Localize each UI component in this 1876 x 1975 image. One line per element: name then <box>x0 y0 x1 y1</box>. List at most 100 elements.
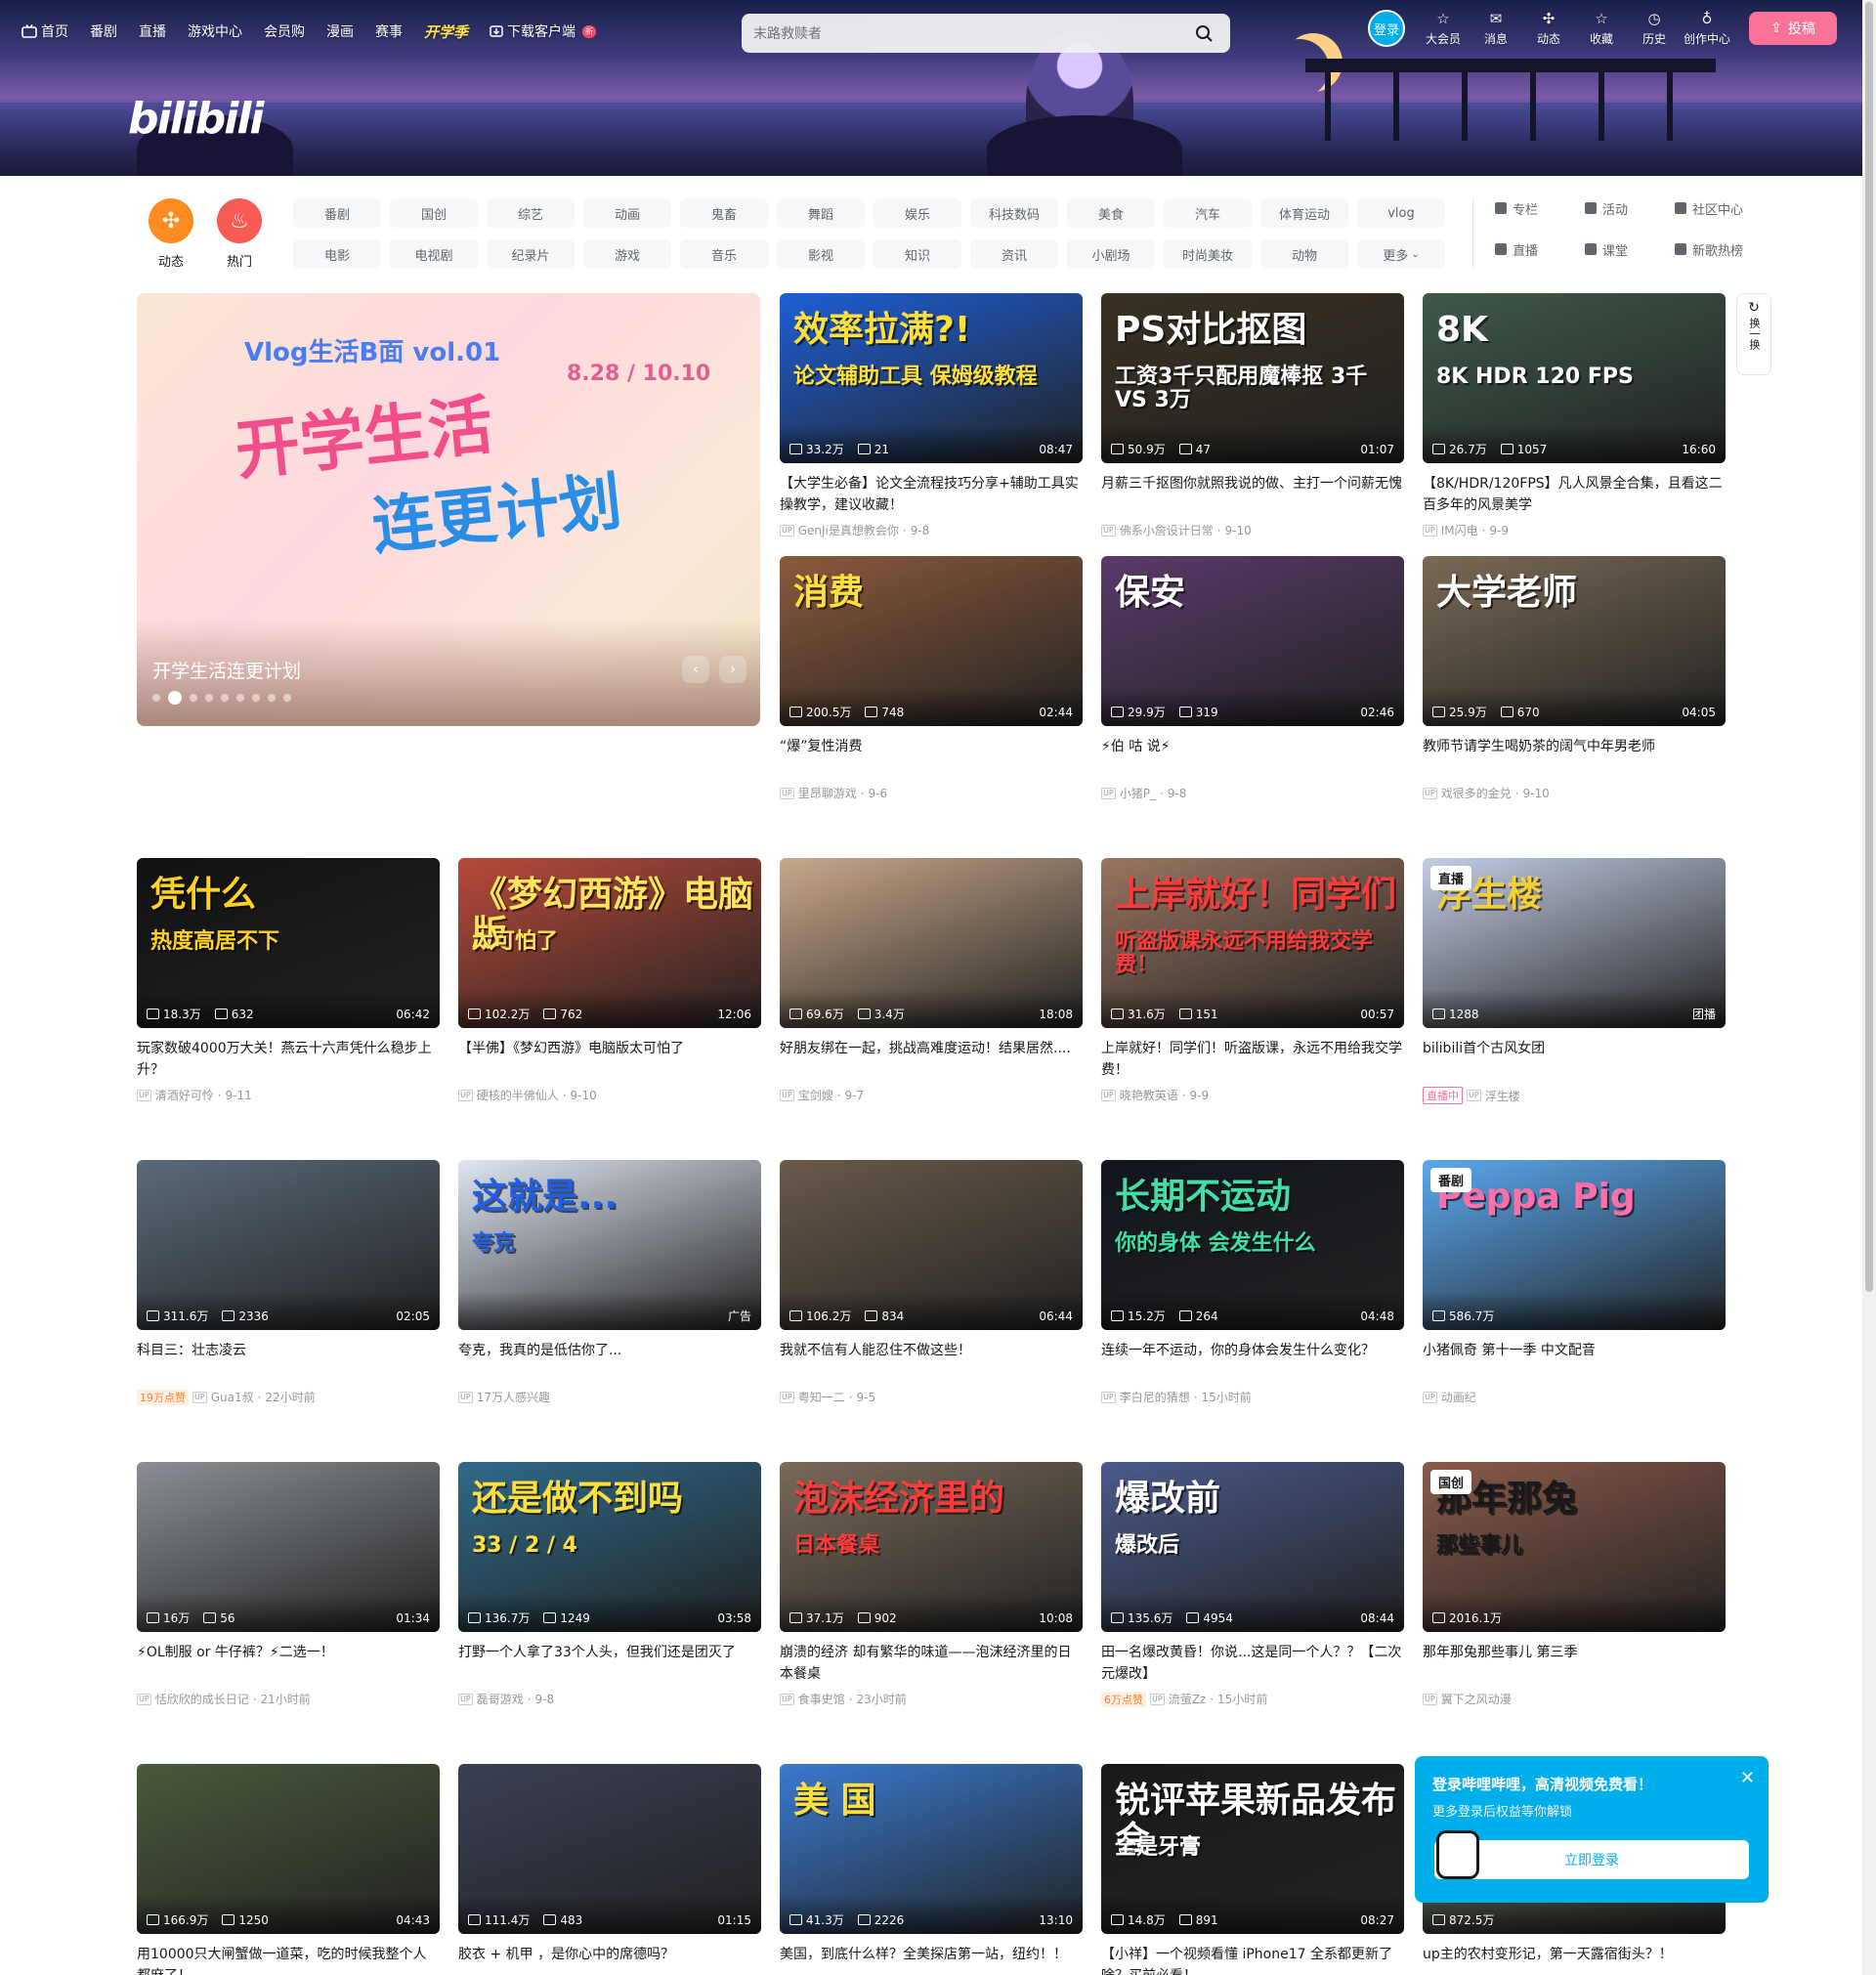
channel-hot[interactable]: ♨ 热门 <box>205 198 274 270</box>
nav-game-center[interactable]: 游戏中心 <box>188 21 242 41</box>
video-title[interactable]: 美国，到底什么样？全美探店第一站，纽约！！ <box>780 1944 1083 1975</box>
channel-tag[interactable]: 番剧 <box>293 198 381 228</box>
uploader-name[interactable]: 晓艳教英语 <box>1120 1087 1178 1103</box>
video-card[interactable]: 111.4万 483 01:15 胶衣 + 机甲 ，是你心中的席德吗？ <box>458 1764 761 1975</box>
carousel-dot[interactable] <box>221 694 229 702</box>
uploader-name[interactable]: 硬核的半佛仙人 <box>477 1087 559 1103</box>
uploader-name[interactable]: 宝剑嫂 <box>798 1087 833 1103</box>
video-cover[interactable]: 上岸就好！同学们 听盗版课永远不用给我交学费！ 31.6万 151 00:57 <box>1101 858 1404 1028</box>
video-cover[interactable]: 还是做不到吗 33 / 2 / 4 136.7万 1249 03:58 <box>458 1462 761 1632</box>
video-cover[interactable]: 浮生楼 直播 1288 团播 <box>1423 858 1726 1028</box>
video-cover[interactable]: 长期不运动 你的身体 会发生什么 15.2万 264 04:48 <box>1101 1160 1404 1330</box>
video-title[interactable]: 玩家数破4000万大关！燕云十六声凭什么稳步上升？ <box>137 1038 440 1081</box>
video-title[interactable]: 那年那兔那些事儿 第三季 <box>1423 1642 1726 1685</box>
channel-tag[interactable]: 体育运动 <box>1260 198 1348 228</box>
channel-tag[interactable]: 科技数码 <box>970 198 1058 228</box>
video-card[interactable]: 那年那兔 那些事儿 国创 2016.1万 那年那兔那些事儿 第三季 UP 翼下之风动漫 <box>1423 1462 1726 1707</box>
carousel-dot[interactable] <box>152 694 160 702</box>
channel-tag[interactable]: 综艺 <box>487 198 575 228</box>
nav-bangumi[interactable]: 番剧 <box>90 21 117 41</box>
video-card[interactable]: 《梦幻西游》电脑版 太可怕了 102.2万 762 12:06 【半佛】《梦幻西游》电脑版… <box>458 858 761 1103</box>
scrollbar[interactable] <box>1862 0 1876 1975</box>
video-cover[interactable]: 泡沫经济里的 日本餐桌 37.1万 902 10:08 <box>780 1462 1083 1632</box>
video-card[interactable]: 311.6万 2336 02:05 科目三：壮志凌云 19万点赞 UP Gua1叔 · 22小时… <box>137 1160 440 1405</box>
video-card[interactable]: 长期不运动 你的身体 会发生什么 15.2万 264 04:48 连续一年不运动，你的身体… <box>1101 1160 1404 1405</box>
uploader-name[interactable]: 恬欣欣的成长日记 <box>155 1691 249 1707</box>
video-cover[interactable]: 111.4万 483 01:15 <box>458 1764 761 1934</box>
video-card[interactable]: 凭什么 热度高居不下 18.3万 632 06:42 玩家数破4000万大关！燕云十六声凭… <box>137 858 440 1103</box>
channel-tag[interactable]: 动画 <box>583 198 671 228</box>
video-cover[interactable]: 16万 56 01:34 <box>137 1462 440 1632</box>
channel-tag[interactable]: 舞蹈 <box>777 198 865 228</box>
video-cover[interactable]: 106.2万 834 06:44 <box>780 1160 1083 1330</box>
nav-history[interactable]: ◷ 历史 <box>1628 10 1681 47</box>
video-card[interactable]: 大学老师 25.9万 670 04:05 教师节请学生喝奶茶的阔气中年男老师 UP 戏很多的… <box>1423 556 1726 801</box>
channel-tag[interactable]: 动物 <box>1260 239 1348 269</box>
carousel-dot[interactable] <box>205 694 213 702</box>
nav-dynamic[interactable]: ✣ 动态 <box>1522 10 1575 47</box>
video-card[interactable]: 106.2万 834 06:44 我就不信有人能忍住不做这些！ UP 粤知一二 · 9-5 <box>780 1160 1083 1405</box>
uploader-name[interactable]: 佛系小詹设计日常 <box>1120 522 1214 538</box>
uploader-name[interactable]: IM闪电 <box>1441 522 1478 538</box>
channel-tag[interactable]: 电影 <box>293 239 381 269</box>
video-cover[interactable]: 锐评苹果新品发布会 全是牙膏 14.8万 891 08:27 <box>1101 1764 1404 1934</box>
carousel[interactable]: Vlog生活B面 vol.01 8.28 / 10.10 开学生活 连更计划 开… <box>137 293 760 726</box>
extra-live[interactable]: 直播 <box>1495 239 1585 259</box>
channel-tag[interactable]: 电视剧 <box>390 239 478 269</box>
search-button[interactable] <box>1189 19 1218 48</box>
carousel-dot[interactable] <box>268 694 276 702</box>
uploader-name[interactable]: 磊哥游戏 <box>477 1691 524 1707</box>
nav-favorites[interactable]: ☆ 收藏 <box>1575 10 1628 47</box>
video-card[interactable]: 8K 8K HDR 120 FPS 26.7万 1057 16:60 【8K/HDR/12… <box>1423 293 1726 538</box>
video-card[interactable]: 美 国 41.3万 2226 13:10 美国，到底什么样？全美探店第一站，纽约！！ <box>780 1764 1083 1975</box>
video-cover[interactable]: 69.6万 3.4万 18:08 <box>780 858 1083 1028</box>
video-title[interactable]: ⚡OL制服 or 牛仔裤？⚡二选一！ <box>137 1642 440 1685</box>
video-cover[interactable]: 那年那兔 那些事儿 国创 2016.1万 <box>1423 1462 1726 1632</box>
video-title[interactable]: 上岸就好！同学们！听盗版课，永远不用给我交学费！ <box>1101 1038 1404 1081</box>
video-cover[interactable]: Peppa Pig 番剧 586.7万 <box>1423 1160 1726 1330</box>
video-card[interactable]: 16万 56 01:34 ⚡OL制服 or 牛仔裤？⚡二选一！ UP 恬欣欣的成长日记 · 2… <box>137 1462 440 1707</box>
uploader-name[interactable]: 粤知一二 <box>798 1389 845 1405</box>
video-card[interactable]: 这就是... 夸克 广告 夸克，我真的是低估你了... UP 17万人感兴趣 <box>458 1160 761 1405</box>
video-cover[interactable]: 凭什么 热度高居不下 18.3万 632 06:42 <box>137 858 440 1028</box>
channel-tag[interactable]: 娱乐 <box>874 198 961 228</box>
channel-tag[interactable]: 时尚美妆 <box>1164 239 1252 269</box>
video-title[interactable]: 连续一年不运动，你的身体会发生什么变化？ <box>1101 1340 1404 1383</box>
video-title[interactable]: 教师节请学生喝奶茶的阔气中年男老师 <box>1423 736 1726 779</box>
video-card[interactable]: 爆改前 爆改后 135.6万 4954 08:44 田一名爆改黄昏！你说...这是同一个人… <box>1101 1462 1404 1707</box>
video-cover[interactable]: 311.6万 2336 02:05 <box>137 1160 440 1330</box>
video-card[interactable]: 消费 200.5万 748 02:44 “爆”复性消费 UP 里昂聊游戏 · 9-6 <box>780 556 1083 801</box>
video-title[interactable]: 月薪三千抠图你就照我说的做、主打一个问薪无愧 <box>1101 473 1404 516</box>
channel-tag[interactable]: 小剧场 <box>1067 239 1155 269</box>
login-avatar-button[interactable]: 登录 <box>1368 10 1405 47</box>
video-title[interactable]: 科目三：壮志凌云 <box>137 1340 440 1383</box>
video-cover[interactable]: 这就是... 夸克 广告 <box>458 1160 761 1330</box>
uploader-name[interactable]: GenJi是真想教会你 <box>798 522 899 538</box>
channel-dynamic[interactable]: ✣ 动态 <box>137 198 205 270</box>
channel-tag[interactable]: 鬼畜 <box>680 198 768 228</box>
extra-community[interactable]: 社区中心 <box>1675 198 1765 218</box>
video-title[interactable]: 夸克，我真的是低估你了... <box>458 1340 761 1383</box>
carousel-dot[interactable] <box>283 694 291 702</box>
nav-home[interactable]: 首页 <box>21 21 68 41</box>
video-cover[interactable]: 消费 200.5万 748 02:44 <box>780 556 1083 726</box>
uploader-name[interactable]: 李白尼的猜想 <box>1120 1389 1190 1405</box>
nav-messages[interactable]: ✉ 消息 <box>1470 10 1522 47</box>
video-card[interactable]: Peppa Pig 番剧 586.7万 小猪佩奇 第十一季 中文配音 UP 动画纪 <box>1423 1160 1726 1405</box>
refresh-button[interactable]: ↻ 换一换 <box>1736 293 1771 375</box>
close-icon[interactable]: ✕ <box>1740 1768 1755 1788</box>
video-title[interactable]: 【小祥】一个视频看懂 iPhone17 全系都更新了啥？买前必看！ <box>1101 1944 1404 1975</box>
channel-tag[interactable]: 资讯 <box>970 239 1058 269</box>
video-cover[interactable]: 效率拉满?! 论文辅助工具 保姆级教程 33.2万 21 08:47 <box>780 293 1083 463</box>
uploader-name[interactable]: 动画纪 <box>1441 1389 1476 1405</box>
video-title[interactable]: ⚡伯 咕 说⚡ <box>1101 736 1404 779</box>
video-cover[interactable]: 8K 8K HDR 120 FPS 26.7万 1057 16:60 <box>1423 293 1726 463</box>
video-title[interactable]: 打野一个人拿了33个人头，但我们还是团灭了 <box>458 1642 761 1685</box>
video-card[interactable]: 还是做不到吗 33 / 2 / 4 136.7万 1249 03:58 打野一个人拿了33… <box>458 1462 761 1707</box>
nav-mall[interactable]: 会员购 <box>264 21 305 41</box>
video-card[interactable]: 69.6万 3.4万 18:08 好朋友绑在一起，挑战高难度运动！结果居然.... UP… <box>780 858 1083 1103</box>
channel-tag[interactable]: 纪录片 <box>487 239 575 269</box>
channel-tag[interactable]: 汽车 <box>1164 198 1252 228</box>
nav-live[interactable]: 直播 <box>139 21 166 41</box>
video-cover[interactable]: 166.9万 1250 04:43 <box>137 1764 440 1934</box>
